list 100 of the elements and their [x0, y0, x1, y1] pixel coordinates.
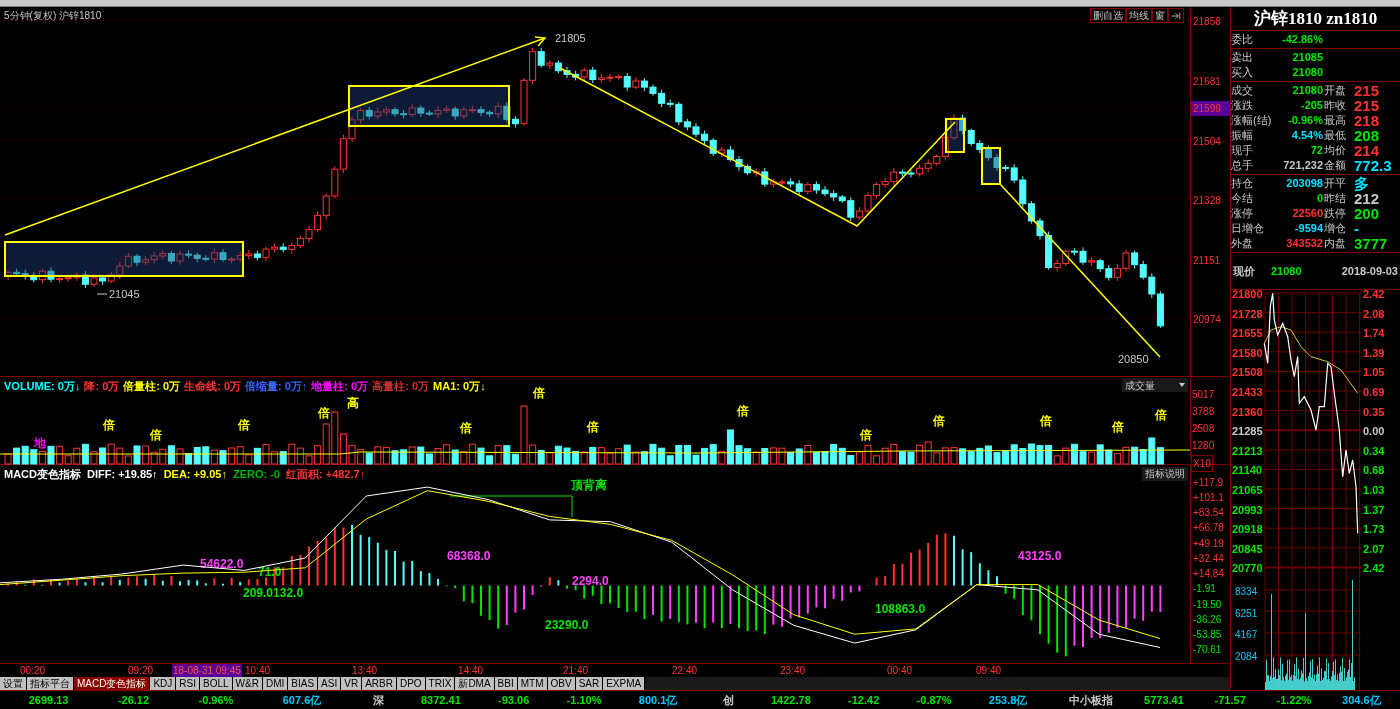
intraday-price-label: 21655	[1232, 326, 1263, 342]
indicator-tab[interactable]: BBI	[494, 677, 518, 690]
time-axis-label: 13:40	[352, 664, 378, 677]
quote-value: 多	[1354, 176, 1369, 191]
indicator-tab[interactable]: BOLL	[200, 677, 233, 690]
quote-label: 开平	[1324, 176, 1347, 192]
price-axis-label: 20974	[1192, 313, 1221, 327]
quote-value: 200	[1354, 206, 1380, 221]
intraday-percent-label: 0.00	[1363, 424, 1385, 440]
index-name: 创	[722, 692, 734, 708]
volume-axis-label: 2508	[1192, 422, 1215, 436]
quote-label: 金额	[1324, 158, 1347, 174]
indicator-tab[interactable]: DPO	[396, 677, 426, 690]
intraday-percent-label: 1.73	[1363, 522, 1385, 538]
indicator-tab[interactable]: OBV	[547, 677, 576, 690]
chart-toolbar-button[interactable]: 窗	[1152, 8, 1168, 23]
price-label: 20850	[1118, 353, 1149, 365]
legend-item: 红面积: +482.7↑	[286, 467, 366, 482]
price-label: 21805	[555, 32, 586, 44]
quote-value: -9594	[1293, 221, 1323, 237]
caret-icon	[1179, 383, 1185, 387]
index-value: 1422.78	[771, 692, 811, 708]
legend-item: VOLUME: 0万↓	[4, 379, 81, 394]
legend-item: 倍量柱: 0万	[123, 379, 181, 394]
chart-title: 5分钟(复权) 沪锌1810	[4, 9, 102, 23]
intraday-volume-label: 6251	[1235, 606, 1258, 621]
index-value: 2699.13	[28, 692, 69, 708]
volume-marker: 倍	[460, 421, 472, 435]
quote-label: 买入	[1231, 65, 1254, 81]
indicator-tab[interactable]: DMI	[262, 677, 289, 690]
intraday-price-label: 21065	[1232, 483, 1263, 498]
legend-item: 倍缩量: 0万↑	[245, 379, 308, 394]
chart-toolbar-button[interactable]: 删自选	[1090, 8, 1126, 23]
indicator-tab[interactable]: W&R	[232, 677, 263, 690]
intraday-percent-label: 0.69	[1363, 385, 1385, 400]
indicator-tab[interactable]: 设置	[0, 677, 27, 690]
volume-marker: 倍	[1040, 414, 1052, 428]
volume-marker: 倍	[933, 414, 945, 428]
volume-marker: 倍	[1155, 408, 1167, 422]
index-value: -26.12	[117, 692, 150, 708]
quote-label: 现手	[1231, 143, 1254, 159]
indicator-tab[interactable]: KDJ	[150, 677, 177, 690]
quote-label: 昨收	[1324, 98, 1347, 114]
quote-label: 成交	[1231, 83, 1254, 99]
highlight-box	[945, 118, 965, 153]
macd-value-label: 43125.0	[1018, 549, 1062, 563]
macd-value-label: 68368.0	[447, 549, 491, 563]
indicator-tab[interactable]: 指标平台	[27, 677, 74, 690]
indicator-tab[interactable]: MTM	[517, 677, 548, 690]
macd-axis-label: +117.9	[1193, 476, 1224, 491]
quote-value: 721,232	[1282, 158, 1323, 174]
time-axis-label: 22:40	[672, 664, 698, 677]
time-axis-label: 23:40	[780, 664, 806, 677]
volume-axis-label: X10	[1191, 455, 1213, 472]
volume-dropdown[interactable]: 成交量	[1122, 378, 1188, 392]
quote-label: 均价	[1324, 143, 1347, 159]
volume-marker: 倍	[587, 420, 599, 434]
index-name: 中小板指	[1069, 692, 1114, 708]
indicator-help-button[interactable]: 指标说明	[1142, 467, 1188, 481]
indicator-tab[interactable]: ASI	[318, 677, 342, 690]
indicator-tab[interactable]: EXPMA	[603, 677, 646, 690]
indicator-tab[interactable]: VR	[341, 677, 363, 690]
quote-value: 215	[1354, 98, 1380, 113]
indicator-tab[interactable]: RSI	[176, 677, 201, 690]
price-axis-label: 21858	[1192, 15, 1221, 29]
legend-item: DEA: +9.05↑	[163, 467, 227, 482]
quote-label: 增仓	[1324, 221, 1347, 237]
time-axis-label: 10:40	[245, 664, 271, 677]
indicator-tab[interactable]: MACD变色指标	[74, 677, 151, 690]
index-value: -12.42	[848, 692, 880, 708]
intraday-price-label: 21285	[1232, 424, 1263, 440]
quote-value: 22560	[1291, 206, 1323, 222]
macd-axis-label: +66.78	[1193, 521, 1224, 536]
intraday-percent-label: 2.42	[1363, 287, 1385, 302]
indicator-tab[interactable]: SAR	[575, 677, 604, 690]
indicator-tab[interactable]: 新DMA	[455, 677, 495, 690]
macd-axis-label: +49.19	[1193, 536, 1224, 551]
index-value: 304.6亿	[1342, 692, 1381, 708]
index-value: -93.06	[498, 692, 530, 708]
time-axis-label: 00:20	[20, 664, 46, 677]
chart-toolbar-button[interactable]: 均线	[1126, 8, 1152, 23]
quote-value: -0.96%	[1287, 113, 1323, 129]
intraday-percent-label: 0.35	[1363, 404, 1385, 420]
index-value: -0.87%	[916, 692, 952, 708]
volume-marker: 倍	[1112, 420, 1124, 434]
macd-axis-label: -19.50	[1193, 597, 1222, 612]
quote-value: 343532	[1285, 236, 1323, 252]
quote-value: 3777	[1354, 236, 1388, 251]
volume-marker: 倍	[860, 428, 872, 442]
indicator-tab[interactable]: ARBR	[362, 677, 397, 690]
price-axis-label: 21328	[1192, 194, 1221, 208]
intraday-percent-label: 0.68	[1363, 463, 1385, 479]
indicator-tab[interactable]: TRIX	[425, 677, 456, 690]
intraday-price-label: 20993	[1232, 502, 1263, 518]
indicator-tab[interactable]: BIAS	[288, 677, 319, 690]
macd-value-label: 108863.0	[875, 602, 926, 616]
time-axis-label: 14:40	[458, 664, 484, 677]
price-axis-label: 21151	[1192, 254, 1221, 268]
macd-axis-label: -70.61	[1193, 643, 1222, 658]
intraday-price-label: 20918	[1232, 522, 1263, 538]
